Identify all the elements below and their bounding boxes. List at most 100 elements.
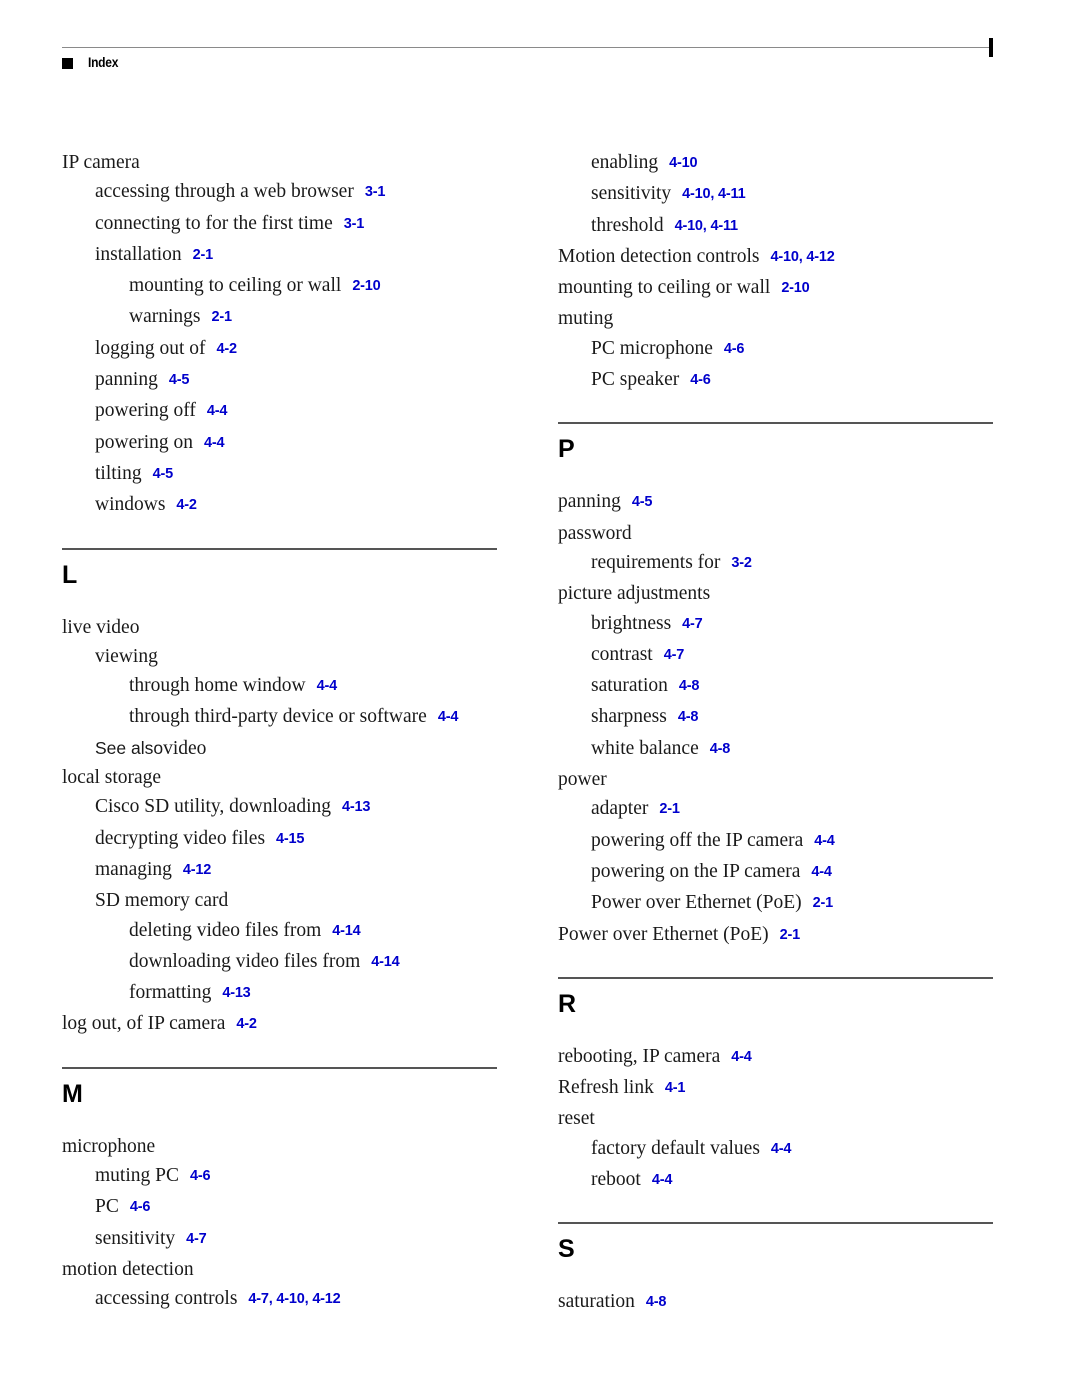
index-entry: logging out of 4-2 <box>62 334 502 365</box>
index-entry-page-refs[interactable]: 4-7 <box>186 1231 207 1247</box>
index-entry-page-refs[interactable]: 3-2 <box>731 555 752 571</box>
index-entry: picture adjustments <box>558 579 998 608</box>
index-entry-page-refs[interactable]: 4-8 <box>678 709 699 725</box>
page-title: Index <box>88 54 119 70</box>
index-entry-label: factory default values <box>591 1137 760 1159</box>
index-entry: accessing through a web browser 3-1 <box>62 177 502 208</box>
index-entry-label: reboot <box>591 1169 641 1191</box>
index-entry-page-refs[interactable]: 4-6 <box>690 372 711 388</box>
index-entry-page-refs[interactable]: 2-10 <box>352 278 380 294</box>
index-entry: installation 2-1 <box>62 240 502 271</box>
index-entry-page-refs[interactable]: 4-6 <box>724 341 745 357</box>
index-entry-page-refs[interactable]: 4-5 <box>632 494 653 510</box>
index-entry-page-refs[interactable]: 4-13 <box>222 985 250 1001</box>
index-entry-page-refs[interactable]: 4-4 <box>811 864 832 880</box>
index-entry: microphone <box>62 1132 502 1161</box>
index-entry: adapter 2-1 <box>558 794 998 825</box>
index-entry: powering off the IP camera 4-4 <box>558 826 998 857</box>
index-entry-page-refs[interactable]: 4-1 <box>665 1080 686 1096</box>
index-entry-label: live video <box>62 616 140 638</box>
index-entry: See alsovideo <box>62 734 502 763</box>
index-entry-label: powering off <box>95 400 196 422</box>
index-entry: muting <box>558 304 998 333</box>
index-section-p: Ppanning 4-5 password requirements for 3-2 pi… <box>558 422 998 950</box>
index-entry: Cisco SD utility, downloading 4-13 <box>62 792 502 823</box>
index-entry-page-refs[interactable]: 4-7 <box>682 616 703 632</box>
section-letter-heading: M <box>62 1079 83 1108</box>
index-section-r: Rrebooting, IP camera 4-4 Refresh link 4-1 r… <box>558 976 998 1196</box>
index-entry: sensitivity 4-7 <box>62 1224 502 1255</box>
index-entry-page-refs[interactable]: 3-1 <box>365 184 386 200</box>
page-header: Index <box>0 0 1080 90</box>
index-entry-page-refs[interactable]: 4-2 <box>176 497 197 513</box>
index-entry-label: muting <box>558 308 614 330</box>
index-entry: motion detection <box>62 1255 502 1284</box>
index-entry-page-refs[interactable]: 4-4 <box>814 833 835 849</box>
index-entry: Motion detection controls 4-10, 4-12 <box>558 242 998 273</box>
index-entry-page-refs[interactable]: 4-10, 4-11 <box>682 186 746 202</box>
index-entry-page-refs[interactable]: 4-7 <box>664 647 685 663</box>
index-entry-page-refs[interactable]: 4-4 <box>207 403 228 419</box>
index-entry: powering on the IP camera 4-4 <box>558 857 998 888</box>
index-entry: through home window 4-4 <box>62 671 502 702</box>
index-entry: decrypting video files 4-15 <box>62 824 502 855</box>
index-entry-page-refs[interactable]: 2-1 <box>659 801 680 817</box>
index-entry-label: windows <box>95 494 166 516</box>
index-entry-page-refs[interactable]: 4-4 <box>317 678 338 694</box>
index-entry: PC 4-6 <box>62 1192 502 1223</box>
index-entry-group: enabling 4-10 sensitivity 4-10, 4-11 thresho… <box>558 148 998 396</box>
index-entry-page-refs[interactable]: 4-12 <box>183 862 211 878</box>
index-entry-label: power <box>558 769 607 791</box>
index-entry-page-refs[interactable]: 4-14 <box>371 954 399 970</box>
index-entry: downloading video files from 4-14 <box>62 947 502 978</box>
index-entry-page-refs[interactable]: 4-4 <box>438 709 459 725</box>
header-rule <box>62 47 992 48</box>
index-entry-page-refs[interactable]: 4-10, 4-12 <box>770 249 834 265</box>
index-entry-page-refs[interactable]: 4-6 <box>190 1168 211 1184</box>
index-entry: formatting 4-13 <box>62 978 502 1009</box>
index-entry-page-refs[interactable]: 4-15 <box>276 831 304 847</box>
index-entry: through third-party device or software 4-… <box>62 702 502 733</box>
index-entry-label: sensitivity <box>95 1227 176 1249</box>
index-entry-page-refs[interactable]: 4-14 <box>332 923 360 939</box>
index-entry: log out, of IP camera 4-2 <box>62 1009 502 1040</box>
index-entry-page-refs[interactable]: 2-1 <box>780 927 801 943</box>
index-entry-label: powering on the IP camera <box>591 860 801 882</box>
section-divider-rule <box>558 1222 993 1225</box>
index-entry-page-refs[interactable]: 4-5 <box>153 466 174 482</box>
index-entry-page-refs[interactable]: 4-4 <box>652 1172 673 1188</box>
index-entry: local storage <box>62 763 502 792</box>
index-entry-page-refs[interactable]: 4-4 <box>771 1141 792 1157</box>
index-entry-page-refs[interactable]: 4-2 <box>217 341 238 357</box>
black-square-icon <box>62 58 73 69</box>
index-entry-page-refs[interactable]: 4-10, 4-11 <box>675 218 739 234</box>
index-entry-page-refs[interactable]: 2-1 <box>813 895 834 911</box>
index-entry-label: downloading video files from <box>129 950 361 972</box>
index-entry-page-refs[interactable]: 4-4 <box>731 1049 752 1065</box>
index-entry-page-refs[interactable]: 4-5 <box>169 372 190 388</box>
index-entry-label: reset <box>558 1108 595 1130</box>
see-also-target[interactable]: video <box>163 738 206 759</box>
index-entry-page-refs[interactable]: 2-10 <box>781 280 809 296</box>
index-entry: power <box>558 765 998 794</box>
index-entry-page-refs[interactable]: 4-8 <box>679 678 700 694</box>
index-entry-page-refs[interactable]: 4-13 <box>342 799 370 815</box>
index-entry: PC speaker 4-6 <box>558 365 998 396</box>
index-entry-page-refs[interactable]: 2-1 <box>212 309 233 325</box>
index-entry-page-refs[interactable]: 4-10 <box>669 155 697 171</box>
index-entry-page-refs[interactable]: 2-1 <box>193 247 214 263</box>
index-entry: deleting video files from 4-14 <box>62 916 502 947</box>
index-entry-page-refs[interactable]: 4-6 <box>130 1199 151 1215</box>
index-entry-label: motion detection <box>62 1258 194 1280</box>
index-entry-page-refs[interactable]: 4-2 <box>236 1016 257 1032</box>
index-entry-page-refs[interactable]: 3-1 <box>344 216 365 232</box>
section-letter-heading: L <box>62 560 78 589</box>
index-entry-page-refs[interactable]: 4-8 <box>710 741 731 757</box>
index-entry: live video <box>62 613 502 642</box>
index-entry-page-refs[interactable]: 4-4 <box>204 435 225 451</box>
index-entry: enabling 4-10 <box>558 148 998 179</box>
index-entry: panning 4-5 <box>558 487 998 518</box>
index-entry: powering off 4-4 <box>62 396 502 427</box>
index-entry-label: contrast <box>591 643 653 665</box>
index-entry-label: adapter <box>591 798 649 820</box>
